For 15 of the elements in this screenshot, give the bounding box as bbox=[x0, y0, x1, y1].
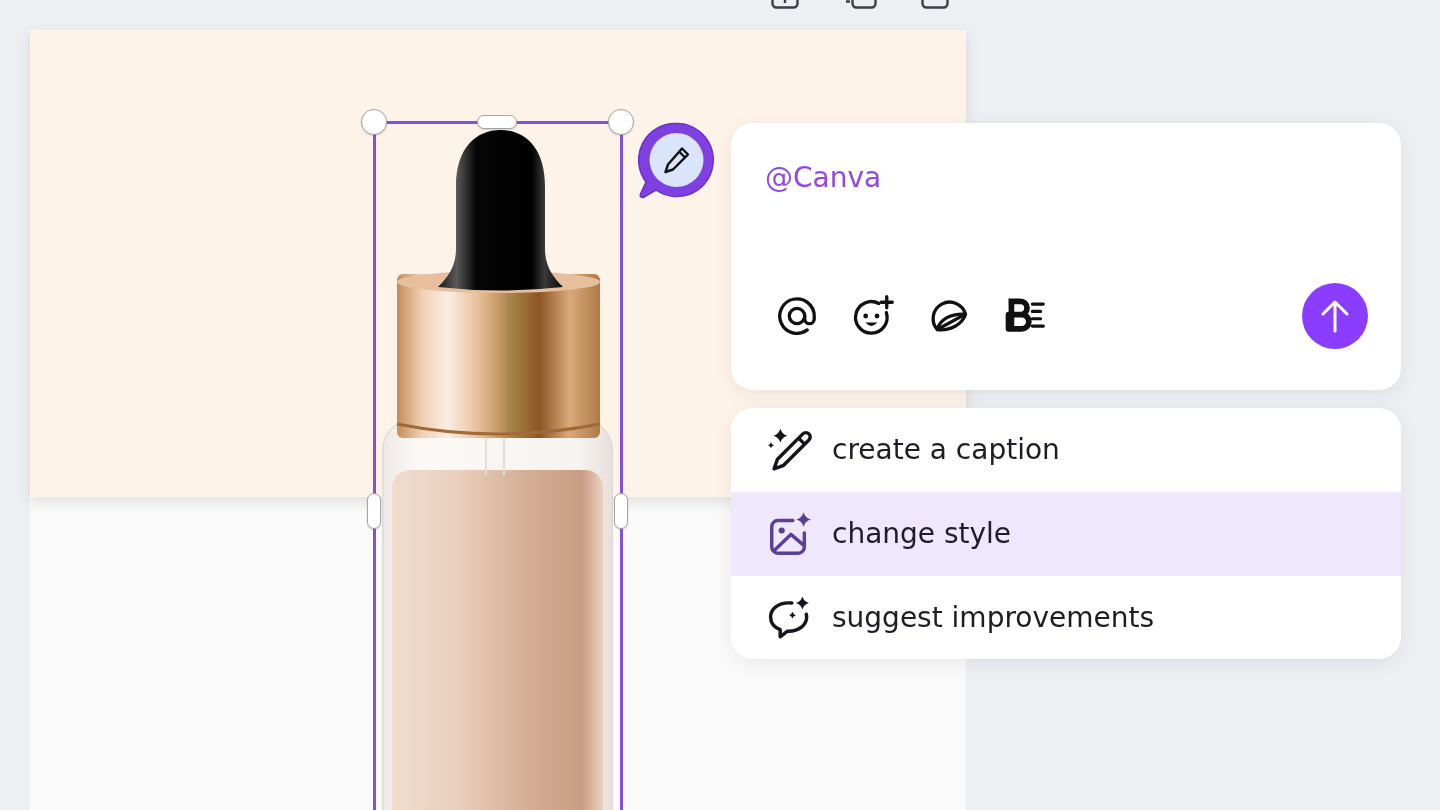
square-plus-icon[interactable] bbox=[770, 0, 800, 9]
resize-handle[interactable] bbox=[614, 493, 628, 529]
suggestion-item[interactable]: change style bbox=[731, 492, 1401, 576]
suggestion-item[interactable]: create a caption bbox=[731, 408, 1401, 492]
dropper-bottle-drawing[interactable] bbox=[382, 130, 613, 810]
suggestion-item[interactable]: suggest improvements bbox=[731, 576, 1401, 659]
prompt-field[interactable]: @Canva bbox=[765, 161, 1368, 283]
mention-icon[interactable] bbox=[775, 294, 819, 338]
pencil-bubble-icon[interactable] bbox=[638, 122, 716, 200]
arrow-up-icon bbox=[1320, 299, 1350, 333]
resize-handle[interactable] bbox=[367, 493, 381, 529]
duplicate-icon[interactable] bbox=[846, 0, 878, 9]
resize-handle[interactable] bbox=[477, 115, 517, 129]
sparkle-pencil-icon bbox=[766, 427, 812, 473]
emoji-add-icon[interactable] bbox=[851, 294, 895, 338]
